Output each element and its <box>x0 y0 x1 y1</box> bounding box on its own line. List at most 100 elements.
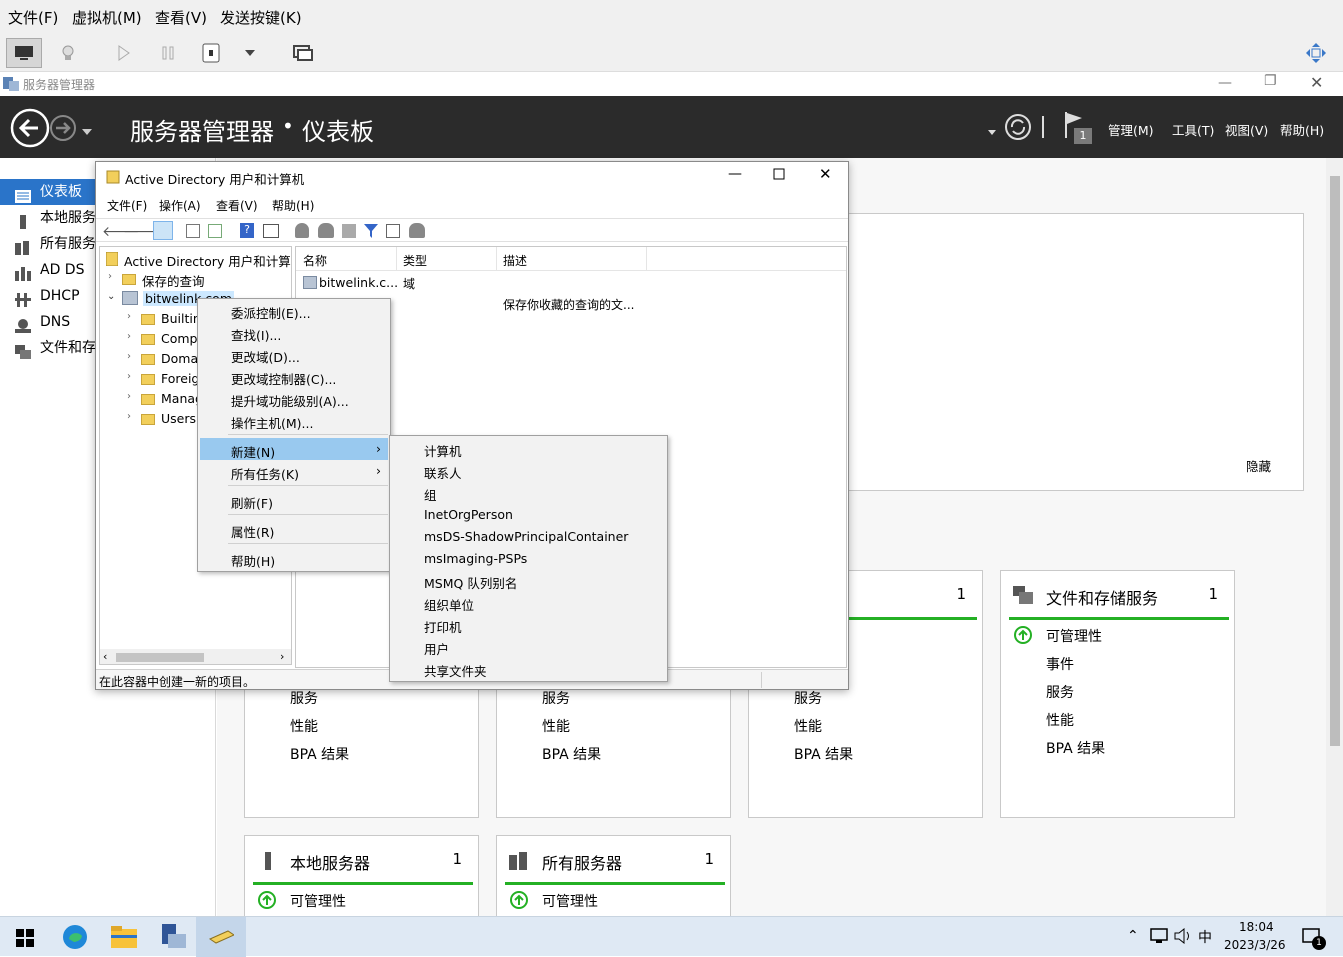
add-to-group-icon[interactable] <box>409 223 425 238</box>
play-icon[interactable] <box>106 38 142 68</box>
tile-row-services[interactable]: 服务 <box>794 688 822 708</box>
menu-item-new[interactable]: 新建(N) <box>231 442 275 461</box>
menu-item-change-domain[interactable]: 更改域(D)... <box>231 347 300 366</box>
chevron-right-icon[interactable]: › <box>127 411 131 422</box>
tile-row-bpa[interactable]: BPA 结果 <box>794 744 853 764</box>
submenu-item-msmq-alias[interactable]: MSMQ 队列别名 <box>424 573 517 592</box>
scroll-right-icon[interactable]: › <box>280 650 284 663</box>
tile-row-events[interactable]: 事件 <box>1046 654 1074 674</box>
clock-time[interactable]: 18:04 <box>1239 920 1274 934</box>
submenu-item-ou[interactable]: 组织单位 <box>424 595 474 614</box>
export-icon[interactable] <box>208 224 222 238</box>
refresh-icon[interactable] <box>1004 113 1032 144</box>
close-icon[interactable]: ✕ <box>1310 73 1323 92</box>
menu-item-refresh[interactable]: 刷新(F) <box>231 493 273 512</box>
submenu-item-contact[interactable]: 联系人 <box>424 463 462 482</box>
tree-users[interactable]: Users <box>161 411 196 426</box>
chevron-right-icon[interactable]: › <box>108 271 112 282</box>
aduc-menu-file[interactable]: 文件(F) <box>107 197 147 214</box>
chevron-right-icon[interactable]: › <box>127 311 131 322</box>
menu-tools[interactable]: 工具(T) <box>1172 120 1214 139</box>
minimize-icon[interactable]: — <box>1218 75 1232 91</box>
aduc-minimize-icon[interactable]: — <box>728 166 742 182</box>
menu-item-change-dc[interactable]: 更改域控制器(C)... <box>231 369 336 388</box>
chevron-down-icon[interactable]: ⌄ <box>107 291 115 302</box>
tile-row-services[interactable]: 服务 <box>290 688 318 708</box>
dashboard-scrollbar[interactable] <box>1326 158 1343 916</box>
submenu-item-computer[interactable]: 计算机 <box>424 441 462 460</box>
aduc-taskbar-button[interactable] <box>196 917 246 957</box>
scroll-left-icon[interactable]: ‹ <box>103 650 107 663</box>
submenu-item-printer[interactable]: 打印机 <box>424 617 462 636</box>
help-icon[interactable]: ? <box>240 223 254 238</box>
file-explorer-icon[interactable] <box>111 926 137 951</box>
aduc-close-icon[interactable]: ✕ <box>819 165 832 183</box>
chevron-down-icon[interactable] <box>232 38 268 68</box>
menu-view[interactable]: 视图(V) <box>1225 120 1268 139</box>
refresh-icon[interactable] <box>186 224 200 238</box>
menu-item-raise-level[interactable]: 提升域功能级别(A)... <box>231 391 349 410</box>
aduc-menu-action[interactable]: 操作(A) <box>159 197 201 214</box>
nav-file-storage[interactable]: 文件和存储服务 <box>0 335 96 361</box>
chevron-right-icon[interactable]: › <box>127 391 131 402</box>
tile-row-performance[interactable]: 性能 <box>542 716 570 736</box>
column-description[interactable]: 描述 <box>503 252 527 269</box>
chevron-right-icon[interactable]: › <box>127 351 131 362</box>
column-divider[interactable] <box>646 247 647 271</box>
hide-link[interactable]: 隐藏 <box>1246 456 1271 475</box>
properties-icon[interactable] <box>263 224 279 238</box>
tile-row-bpa[interactable]: BPA 结果 <box>290 744 349 764</box>
tile-row-services[interactable]: 服务 <box>542 688 570 708</box>
tile-row-bpa[interactable]: BPA 结果 <box>542 744 601 764</box>
vm-menu-vm[interactable]: 虚拟机(M) <box>72 7 142 28</box>
windows-start-icon[interactable] <box>16 929 34 950</box>
console-tree-icon[interactable] <box>153 221 173 240</box>
submenu-item-group[interactable]: 组 <box>424 485 437 504</box>
tree-hscrollbar[interactable]: ‹ › <box>100 649 291 664</box>
new-ou-icon[interactable] <box>342 224 356 238</box>
monitor-icon[interactable] <box>6 38 42 68</box>
tree-builtin[interactable]: Builtin <box>161 311 201 326</box>
new-user-icon[interactable] <box>295 223 309 238</box>
restore-icon[interactable]: ❐ <box>1264 73 1277 89</box>
aduc-maximize-icon[interactable] <box>773 168 785 183</box>
submenu-item-shared-folder[interactable]: 共享文件夹 <box>424 661 487 680</box>
filter-icon[interactable] <box>364 224 378 241</box>
tree-computers[interactable]: Comp <box>161 331 198 346</box>
column-divider[interactable] <box>496 247 497 271</box>
column-type[interactable]: 类型 <box>403 252 427 269</box>
menu-item-help[interactable]: 帮助(H) <box>231 551 275 570</box>
chevron-right-icon[interactable]: › <box>127 331 131 342</box>
tile-row-manageability[interactable]: 可管理性 <box>542 891 598 911</box>
tile-title[interactable]: 所有服务器 <box>542 850 622 874</box>
tile-row-manageability[interactable]: 可管理性 <box>290 891 346 911</box>
tile-row-bpa[interactable]: BPA 结果 <box>1046 738 1105 758</box>
find-icon[interactable] <box>386 224 400 238</box>
bulb-icon[interactable] <box>50 38 86 68</box>
tile-row-performance[interactable]: 性能 <box>1046 710 1074 730</box>
file-storage-tile[interactable]: 文件和存储服务 1 可管理性 事件 服务 性能 BPA 结果 <box>1000 570 1235 818</box>
refresh-dropdown-icon[interactable] <box>988 124 996 138</box>
menu-item-properties[interactable]: 属性(R) <box>231 522 274 541</box>
stop-icon[interactable] <box>193 38 229 68</box>
menu-item-delegate-control[interactable]: 委派控制(E)... <box>231 303 311 322</box>
fullscreen-icon[interactable] <box>1298 38 1334 68</box>
column-name[interactable]: 名称 <box>303 252 327 269</box>
screens-icon[interactable] <box>285 38 321 68</box>
menu-item-operations-masters[interactable]: 操作主机(M)... <box>231 413 313 432</box>
tree-foreign-security[interactable]: Foreig <box>161 371 199 386</box>
chevron-up-icon[interactable]: ⌃ <box>1127 928 1139 944</box>
menu-manage[interactable]: 管理(M) <box>1108 120 1154 139</box>
aduc-menu-view[interactable]: 查看(V) <box>216 197 258 214</box>
submenu-item-user[interactable]: 用户 <box>424 639 449 658</box>
vm-menu-view[interactable]: 查看(V) <box>155 7 207 28</box>
ime-indicator[interactable]: 中 <box>1198 927 1212 947</box>
tile-row-performance[interactable]: 性能 <box>794 716 822 736</box>
vm-menu-sendkey[interactable]: 发送按键(K) <box>220 7 302 28</box>
tile-title[interactable]: 文件和存储服务 <box>1046 585 1158 609</box>
menu-item-new-highlight[interactable] <box>200 438 388 460</box>
tile-title[interactable]: 本地服务器 <box>290 850 370 874</box>
clock-date[interactable]: 2023/3/26 <box>1224 938 1286 952</box>
menu-item-all-tasks[interactable]: 所有任务(K) <box>231 464 299 483</box>
server-manager-taskbar-icon[interactable] <box>160 924 186 953</box>
